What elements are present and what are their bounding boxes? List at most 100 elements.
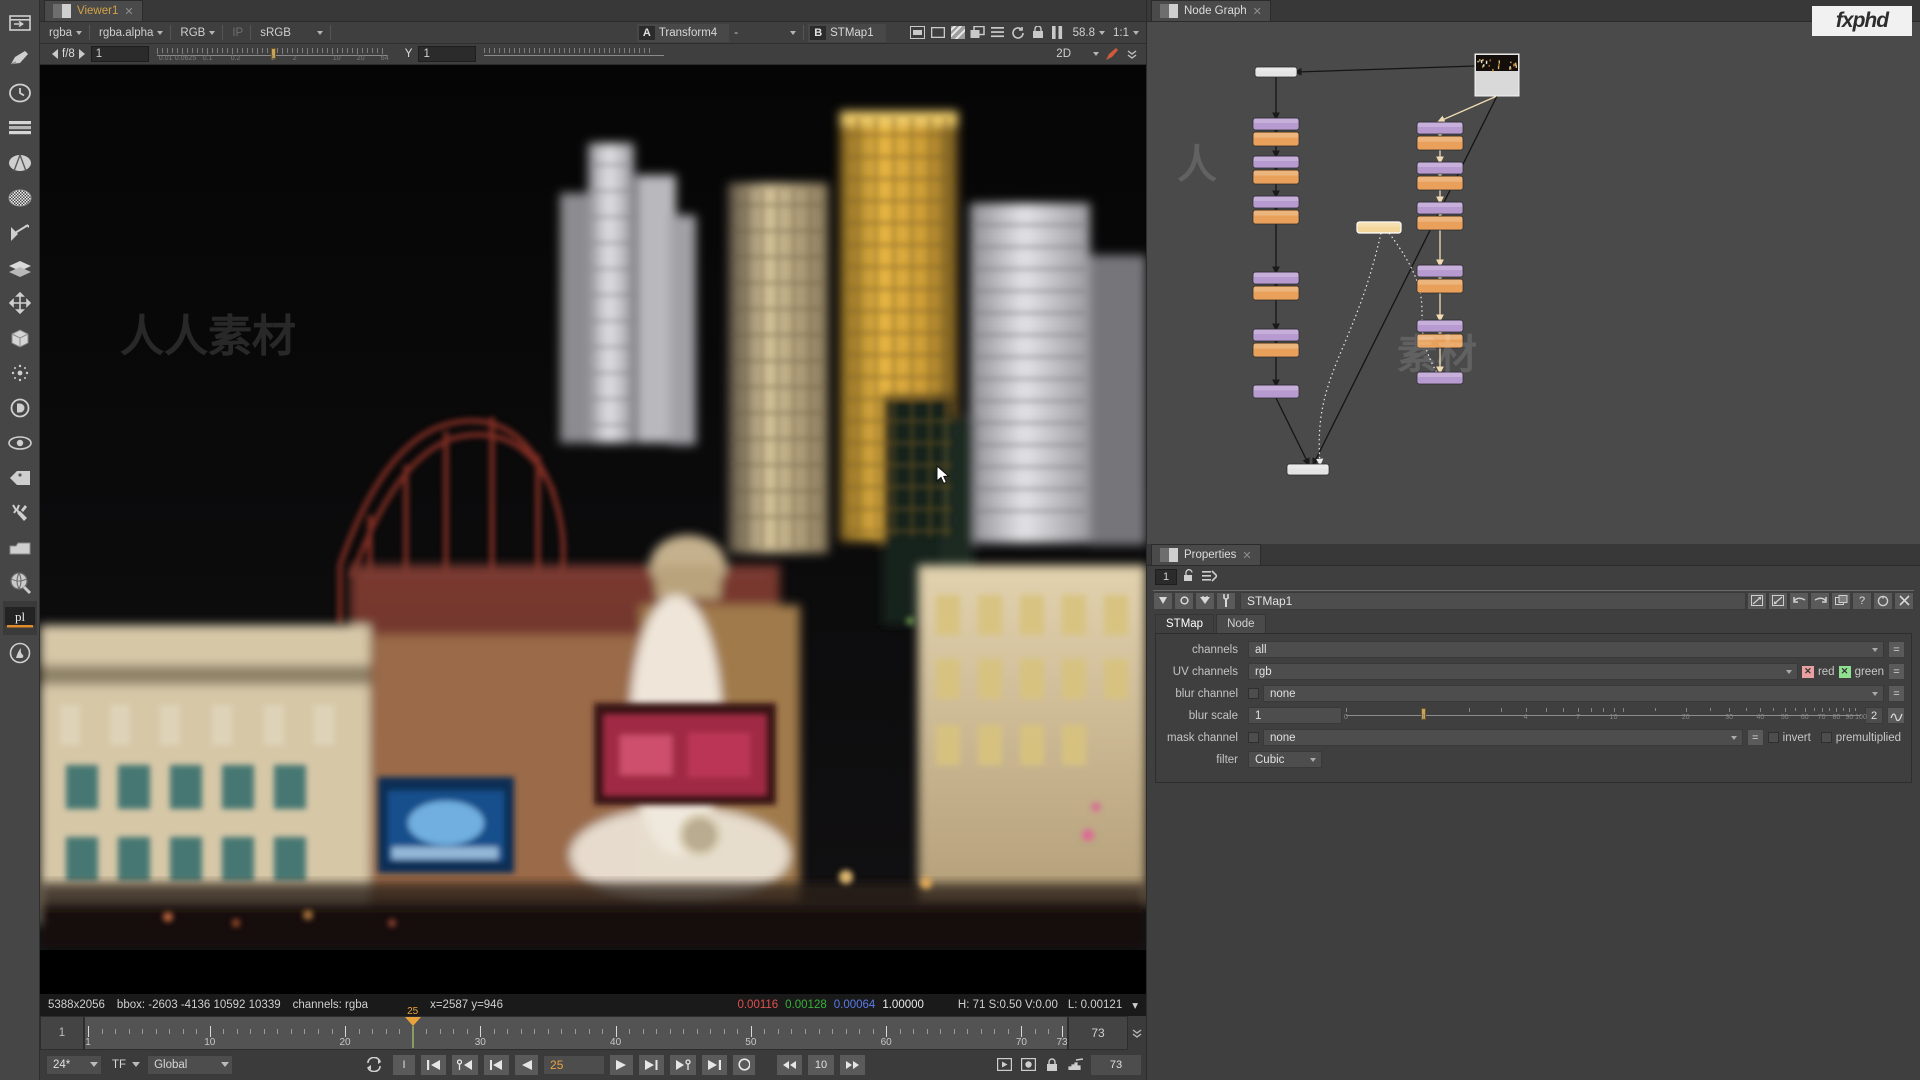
node-n-r4b[interactable] xyxy=(1417,279,1463,293)
sync-mode-selector[interactable]: Global xyxy=(147,1055,233,1075)
current-frame-field[interactable]: 25 xyxy=(543,1055,605,1075)
tab-node-graph[interactable]: Node Graph ✕ xyxy=(1151,0,1271,21)
first-frame-button[interactable] xyxy=(420,1054,447,1076)
pause-icon[interactable] xyxy=(1048,24,1068,42)
proxy-play-button[interactable] xyxy=(994,1056,1014,1074)
blur-channel-dropdown[interactable]: none xyxy=(1263,685,1884,702)
step-back-button[interactable] xyxy=(776,1054,803,1076)
a-input-selector[interactable]: A Transform4 xyxy=(637,24,729,42)
node-mask-icon[interactable] xyxy=(1195,592,1215,610)
blur-channel-checkbox[interactable] xyxy=(1248,688,1259,699)
node-graph-canvas[interactable]: 人 素材 xyxy=(1147,22,1920,544)
node-n-r5b[interactable] xyxy=(1417,334,1463,348)
gain-decrement-icon[interactable] xyxy=(52,49,58,59)
gamma-input[interactable]: 1 xyxy=(418,46,476,62)
node-n-l1b[interactable] xyxy=(1253,132,1299,146)
tab-properties[interactable]: Properties ✕ xyxy=(1151,544,1261,565)
playback-mode-button[interactable] xyxy=(361,1054,388,1076)
node-n-l3b[interactable] xyxy=(1253,210,1299,224)
alpha-checker-icon[interactable] xyxy=(948,24,968,42)
image-icon[interactable] xyxy=(3,6,37,40)
fps-selector[interactable]: 24* xyxy=(46,1055,102,1075)
set-in-point-button[interactable]: I xyxy=(392,1054,416,1076)
node-dot-top-left[interactable] xyxy=(1255,67,1297,77)
roi-icon[interactable] xyxy=(968,24,988,42)
channels-dropdown[interactable]: all xyxy=(1248,641,1884,658)
viewer-process-dropdown[interactable]: sRGB xyxy=(255,24,326,41)
transform-icon[interactable] xyxy=(3,286,37,320)
output-frame-field[interactable]: 73 xyxy=(1090,1054,1142,1076)
menu-lines-icon[interactable] xyxy=(988,24,1008,42)
zoom-ratio-dropdown[interactable]: 1:1 xyxy=(1108,24,1142,41)
revert-forward-icon[interactable] xyxy=(1810,592,1830,610)
frame-increment-field[interactable]: 10 xyxy=(807,1054,835,1076)
ocula-icon[interactable] xyxy=(3,566,37,600)
node-n-r5a[interactable] xyxy=(1417,320,1463,332)
timecode-mode-selector[interactable]: TF xyxy=(106,1055,143,1075)
viewer-canvas[interactable] xyxy=(40,65,1146,994)
node-n-r1a[interactable] xyxy=(1417,122,1463,134)
close-all-properties-icon[interactable] xyxy=(1202,570,1217,585)
revert-icon[interactable] xyxy=(1789,592,1809,610)
timeline-expand-icon[interactable] xyxy=(1128,1016,1146,1050)
wipe-mode-dropdown[interactable]: - xyxy=(729,24,799,41)
previous-frame-button[interactable] xyxy=(483,1054,510,1076)
node-viewer-node[interactable] xyxy=(1287,464,1329,475)
proxy-region-icon[interactable] xyxy=(928,24,948,42)
fullframe-button[interactable] xyxy=(1066,1056,1086,1074)
record-button[interactable] xyxy=(1018,1056,1038,1074)
premultiplied-checkbox[interactable] xyxy=(1821,732,1832,743)
node-n-r2a[interactable] xyxy=(1417,162,1463,174)
mask-channel-dropdown[interactable]: none xyxy=(1263,729,1743,746)
b-input-selector[interactable]: B STMap1 xyxy=(808,24,885,42)
gamma-slider[interactable] xyxy=(484,46,664,63)
timeline-track[interactable]: 1 10 20 30 40 50 60 70 73 25 xyxy=(84,1016,1068,1050)
gain-slider[interactable]: 0.01 0.0625 0.1 0.2 1 2 10 20 64 xyxy=(157,46,387,63)
reset-icon[interactable] xyxy=(1873,592,1893,610)
close-properties-icon[interactable] xyxy=(1894,592,1914,610)
step-forward-button[interactable] xyxy=(839,1054,866,1076)
tab-node[interactable]: Node xyxy=(1216,614,1266,633)
refresh-icon[interactable] xyxy=(1008,24,1028,42)
gain-stepper[interactable]: f/8 xyxy=(52,48,85,60)
uv-green-chip[interactable]: ✕ green xyxy=(1839,666,1884,678)
node-n-r3a[interactable] xyxy=(1417,202,1463,214)
node-n-l3a[interactable] xyxy=(1253,196,1299,208)
color-icon[interactable] xyxy=(3,146,37,180)
node-name-field[interactable]: STMap1 xyxy=(1240,592,1746,610)
expand-chevron-icon[interactable] xyxy=(1122,45,1142,63)
collapse-node-icon[interactable] xyxy=(1153,592,1173,610)
blur-scale-max-field[interactable]: 2 xyxy=(1865,707,1883,724)
lock-range-button[interactable] xyxy=(1042,1056,1062,1074)
fit-to-window-icon[interactable] xyxy=(908,24,928,42)
draw-icon[interactable] xyxy=(3,41,37,75)
channel-dropdown[interactable]: rgba.alpha xyxy=(94,24,166,41)
blur-scale-slider[interactable]: 0 1 4 7 10 20 30 40 50 60 70 80 90 100 xyxy=(1346,707,1861,724)
range-end-field[interactable]: 73 xyxy=(1068,1016,1128,1050)
other-icon[interactable] xyxy=(3,496,37,530)
node-n-l2a[interactable] xyxy=(1253,156,1299,168)
play-backward-button[interactable] xyxy=(514,1054,539,1076)
3d-icon[interactable] xyxy=(3,321,37,355)
node-read-top-right[interactable] xyxy=(1475,54,1519,96)
info-expand-icon[interactable]: ▾ xyxy=(1132,998,1138,1012)
metadata-icon[interactable] xyxy=(3,461,37,495)
node-n-l5b[interactable] xyxy=(1253,343,1299,357)
invert-checkbox[interactable] xyxy=(1768,732,1779,743)
unlock-icon[interactable] xyxy=(1183,569,1196,585)
node-n-r3b[interactable] xyxy=(1417,216,1463,230)
range-start-field[interactable]: 1 xyxy=(40,1016,84,1050)
blur-scale-curve-button[interactable] xyxy=(1887,707,1905,724)
node-n-l1a[interactable] xyxy=(1253,118,1299,130)
uv-channels-animation-button[interactable]: = xyxy=(1888,663,1905,680)
tab-viewer1[interactable]: Viewer1 ✕ xyxy=(44,0,143,21)
draw-tool-icon[interactable] xyxy=(1102,45,1122,63)
play-forward-button[interactable] xyxy=(609,1054,634,1076)
keyer-icon[interactable] xyxy=(3,216,37,250)
downrez-dropdown[interactable]: 2D xyxy=(1051,46,1102,63)
properties-pin-count[interactable]: 1 xyxy=(1155,569,1177,585)
close-icon[interactable]: ✕ xyxy=(1253,5,1262,18)
mask-channel-animation-button[interactable]: = xyxy=(1747,729,1764,746)
gain-increment-icon[interactable] xyxy=(79,49,85,59)
blur-channel-animation-button[interactable]: = xyxy=(1888,685,1905,702)
